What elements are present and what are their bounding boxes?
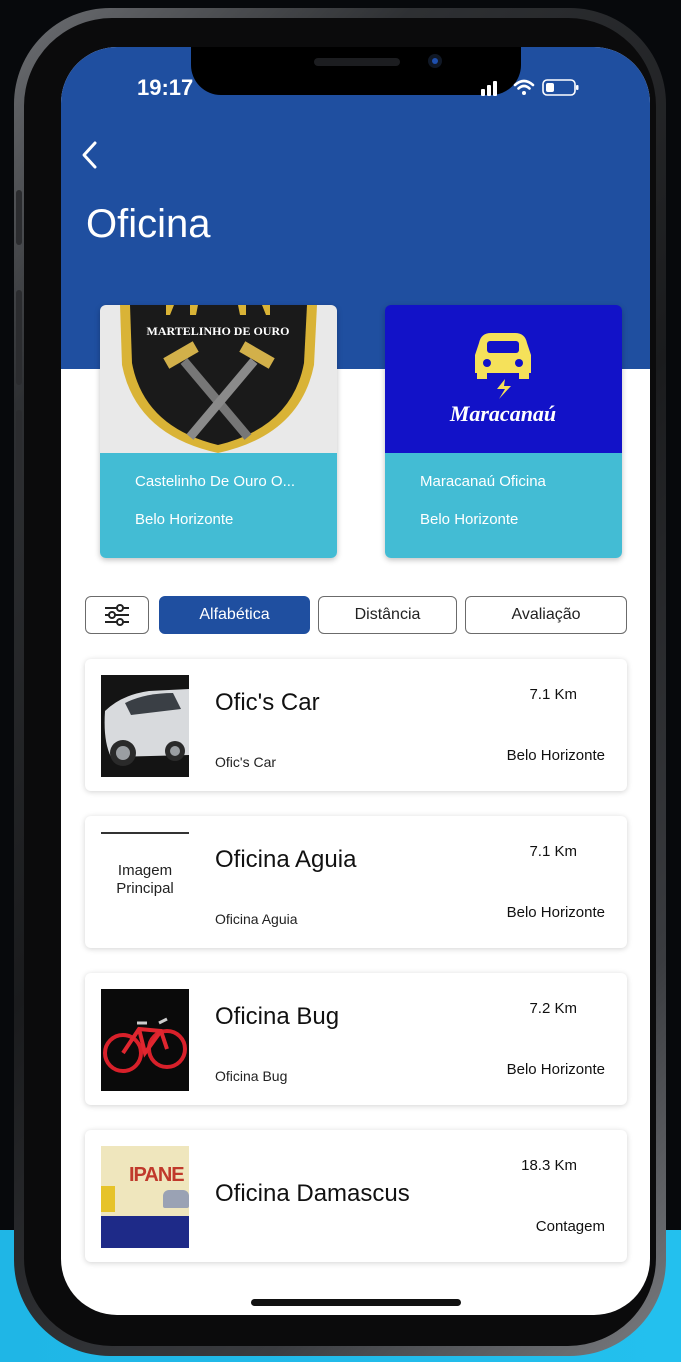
workshop-distance: 7.1 Km bbox=[529, 843, 577, 860]
workshop-thumbnail bbox=[101, 675, 189, 777]
page-title: Oficina bbox=[86, 202, 211, 246]
thumbnail-divider bbox=[101, 832, 189, 834]
app-screen: 19:17 Oficina MARTELINHO DE OURO Casteli… bbox=[61, 47, 650, 1315]
workshop-subtitle: Oficina Bug bbox=[215, 1068, 288, 1084]
list-item[interactable]: Oficina Bug Oficina Bug 7.2 Km Belo Hori… bbox=[85, 973, 627, 1105]
home-indicator[interactable] bbox=[251, 1299, 461, 1306]
volume-up-button bbox=[16, 290, 22, 385]
workshop-title: Oficina Bug bbox=[215, 1003, 340, 1030]
featured-card-info: Castelinho De Ouro O... Belo Horizonte bbox=[100, 453, 337, 558]
wifi-icon bbox=[513, 79, 535, 95]
sliders-icon bbox=[105, 604, 129, 626]
sort-rating-tab[interactable]: Avaliação bbox=[465, 596, 627, 634]
placeholder-text: Imagem Principal bbox=[116, 862, 174, 897]
signal-icon bbox=[481, 81, 497, 96]
workshop-city: Contagem bbox=[535, 1218, 605, 1235]
list-item[interactable]: Imagem Principal Oficina Aguia Oficina A… bbox=[85, 816, 627, 948]
status-time: 19:17 bbox=[137, 75, 194, 100]
featured-logo: MARTELINHO DE OURO bbox=[100, 305, 337, 453]
sign-badge bbox=[101, 1186, 115, 1212]
car-graphic bbox=[163, 1190, 189, 1208]
featured-city: Belo Horizonte bbox=[135, 511, 234, 528]
featured-card[interactable]: MARTELINHO DE OURO Castelinho De Ouro O.… bbox=[100, 305, 337, 558]
logo-text: Maracanaú bbox=[449, 401, 556, 426]
sort-alphabetical-tab[interactable]: Alfabética bbox=[159, 596, 310, 634]
workshop-thumbnail bbox=[101, 989, 189, 1091]
workshop-distance: 18.3 Km bbox=[521, 1157, 577, 1174]
workshop-title: Oficina Damascus bbox=[215, 1180, 410, 1207]
workshop-title: Ofic's Car bbox=[215, 689, 320, 716]
sort-distance-tab[interactable]: Distância bbox=[318, 596, 457, 634]
sign-text: IPANE bbox=[129, 1164, 185, 1186]
featured-card[interactable]: Maracanaú Maracanaú Oficina Belo Horizon… bbox=[385, 305, 622, 558]
car-charging-icon bbox=[475, 333, 531, 399]
sign-footer bbox=[101, 1216, 189, 1248]
battery-icon bbox=[542, 79, 579, 96]
camera bbox=[428, 54, 442, 68]
workshop-thumbnail: Imagem Principal bbox=[101, 832, 189, 934]
workshop-distance: 7.2 Km bbox=[529, 1000, 577, 1017]
speaker bbox=[314, 58, 400, 66]
workshop-city: Belo Horizonte bbox=[506, 1061, 605, 1078]
featured-name: Castelinho De Ouro O... bbox=[135, 473, 296, 490]
featured-city: Belo Horizonte bbox=[420, 511, 519, 528]
bicycle-photo bbox=[101, 989, 189, 1091]
featured-logo: Maracanaú bbox=[385, 305, 622, 453]
workshop-subtitle: Ofic's Car bbox=[215, 754, 277, 770]
featured-name: Maracanaú Oficina bbox=[420, 473, 546, 490]
notch bbox=[191, 47, 521, 95]
workshop-thumbnail: IPANE bbox=[101, 1146, 189, 1248]
workshop-city: Belo Horizonte bbox=[506, 747, 605, 764]
volume-down-button bbox=[16, 410, 22, 505]
back-button[interactable] bbox=[79, 139, 109, 179]
filter-settings-button[interactable] bbox=[85, 596, 149, 634]
workshop-city: Belo Horizonte bbox=[506, 904, 605, 921]
chevron-left-icon bbox=[82, 141, 97, 169]
sort-filter-bar: Alfabética Distância Avaliação bbox=[85, 596, 627, 636]
logo-text: MARTELINHO DE OURO bbox=[147, 324, 290, 338]
workshop-distance: 7.1 Km bbox=[529, 686, 577, 703]
workshop-subtitle: Oficina Aguia bbox=[215, 911, 298, 927]
list-item[interactable]: Ofic's Car Ofic's Car 7.1 Km Belo Horizo… bbox=[85, 659, 627, 791]
list-item[interactable]: IPANE Oficina Damascus 18.3 Km Contagem bbox=[85, 1130, 627, 1262]
workshop-title: Oficina Aguia bbox=[215, 846, 357, 873]
mute-switch bbox=[16, 190, 22, 245]
status-icons bbox=[481, 75, 601, 99]
featured-card-info: Maracanaú Oficina Belo Horizonte bbox=[385, 453, 622, 558]
